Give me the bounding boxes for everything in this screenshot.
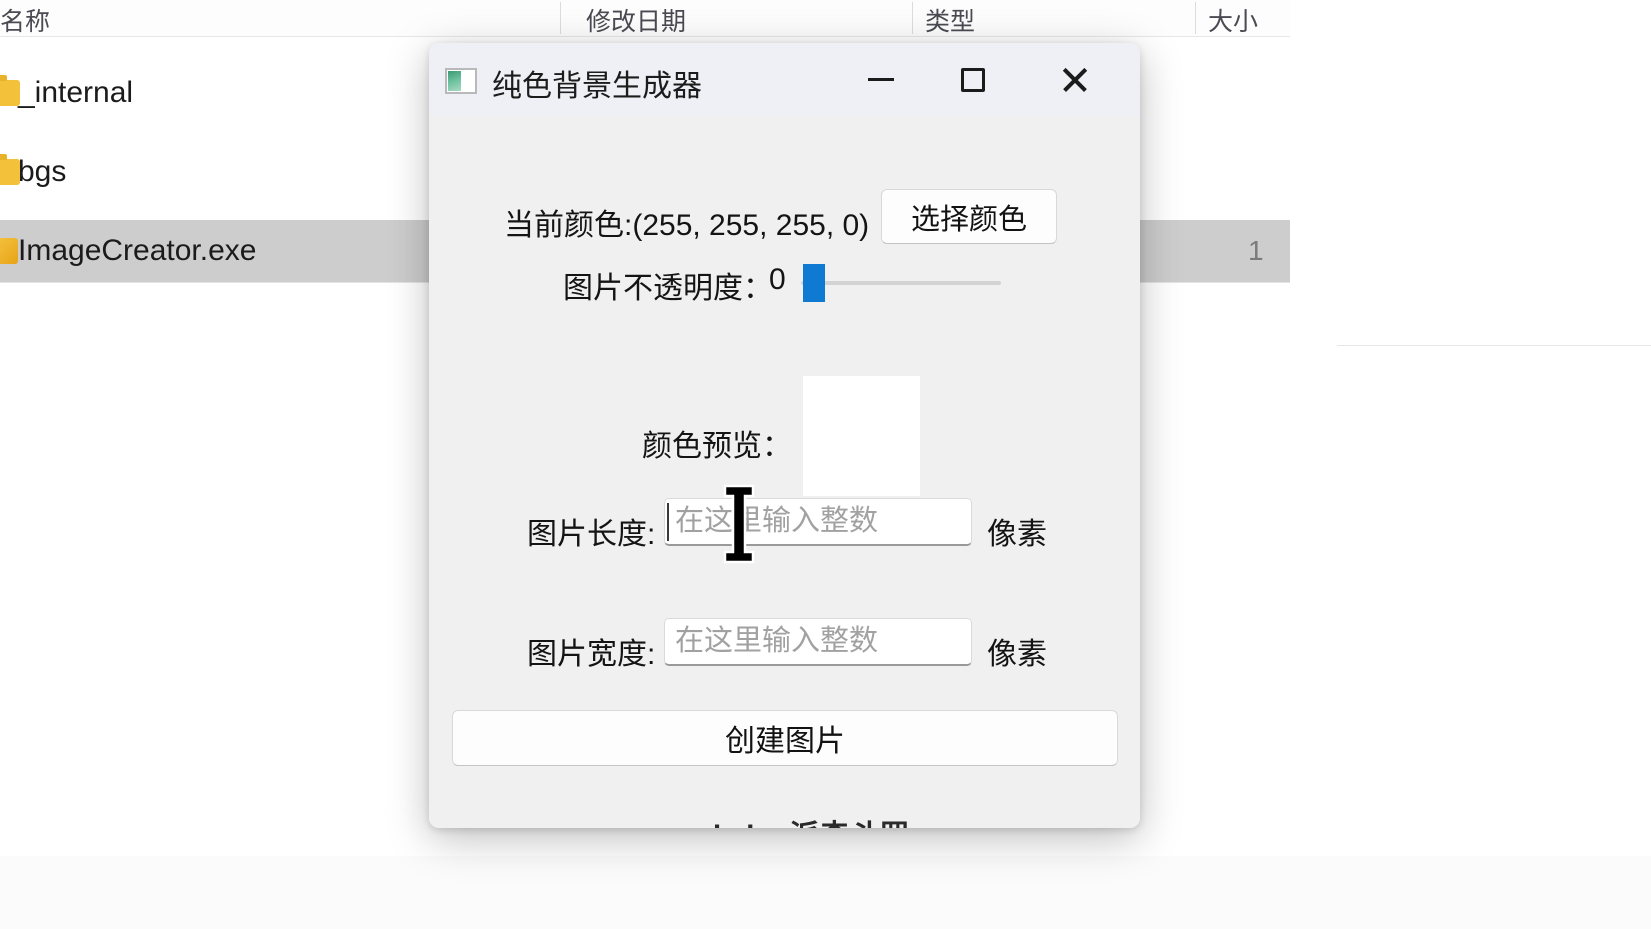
explorer-right-divider bbox=[1337, 345, 1651, 346]
credit-text: made by 派森斗罗 bbox=[429, 811, 1140, 828]
column-header-name[interactable]: 名称 bbox=[0, 2, 50, 38]
opacity-row: 图片不透明度： 0 bbox=[429, 261, 1140, 309]
minimize-button[interactable] bbox=[844, 43, 918, 116]
minimize-icon bbox=[868, 78, 894, 81]
create-image-button[interactable]: 创建图片 bbox=[452, 710, 1118, 766]
maximize-icon bbox=[961, 67, 985, 92]
explorer-status-bar bbox=[0, 856, 1651, 929]
image-length-unit: 像素 bbox=[987, 518, 1047, 551]
opacity-slider[interactable] bbox=[801, 261, 1001, 305]
file-name: ImageCreator.exe bbox=[18, 234, 257, 267]
column-separator bbox=[1195, 2, 1196, 34]
folder-icon bbox=[0, 75, 20, 106]
close-button[interactable] bbox=[1038, 43, 1112, 116]
explorer-column-header-row: 名称 修改日期 类型 大小 bbox=[0, 0, 1290, 37]
file-name: bgs bbox=[18, 155, 67, 188]
folder-icon bbox=[0, 154, 20, 185]
explorer-right-pane bbox=[1290, 0, 1651, 929]
image-width-unit: 像素 bbox=[987, 638, 1047, 671]
slider-track bbox=[801, 281, 1001, 285]
file-name: _internal bbox=[18, 76, 134, 109]
image-width-row: 图片宽度: 在这里输入整数 像素 bbox=[429, 618, 1140, 678]
text-caret bbox=[667, 503, 669, 541]
choose-color-button[interactable]: 选择颜色 bbox=[881, 189, 1057, 244]
executable-icon bbox=[0, 238, 18, 264]
solid-color-generator-window: 纯色背景生成器 当前颜色:(255, 255, 255, 0) 选择颜色 图片不… bbox=[429, 43, 1140, 828]
column-separator bbox=[912, 2, 913, 34]
image-length-input[interactable]: 在这里输入整数 bbox=[664, 498, 972, 546]
image-width-input[interactable]: 在这里输入整数 bbox=[664, 618, 972, 666]
image-length-row: 图片长度: 在这里输入整数 像素 bbox=[429, 484, 1140, 564]
current-color-label: 当前颜色:(255, 255, 255, 0) bbox=[504, 209, 870, 242]
app-window-icon bbox=[445, 68, 477, 94]
column-header-date[interactable]: 修改日期 bbox=[586, 2, 686, 38]
color-preview-row: 颜色预览： bbox=[429, 321, 1140, 496]
window-titlebar[interactable]: 纯色背景生成器 bbox=[429, 43, 1140, 116]
dialog-content: 当前颜色:(255, 255, 255, 0) 选择颜色 图片不透明度： 0 颜… bbox=[429, 116, 1140, 828]
column-header-size[interactable]: 大小 bbox=[1208, 2, 1258, 38]
window-title: 纯色背景生成器 bbox=[492, 70, 702, 103]
color-preview-swatch bbox=[803, 376, 920, 496]
opacity-label: 图片不透明度： bbox=[563, 272, 773, 305]
current-color-row: 当前颜色:(255, 255, 255, 0) 选择颜色 bbox=[429, 189, 1140, 248]
opacity-value: 0 bbox=[769, 263, 786, 296]
image-width-label: 图片宽度: bbox=[527, 638, 656, 671]
column-header-type[interactable]: 类型 bbox=[925, 2, 975, 38]
slider-thumb[interactable] bbox=[803, 264, 825, 302]
maximize-button[interactable] bbox=[936, 43, 1010, 116]
image-length-label: 图片长度: bbox=[527, 518, 656, 551]
color-preview-label: 颜色预览： bbox=[642, 430, 792, 463]
column-separator bbox=[560, 2, 561, 34]
close-icon bbox=[1060, 65, 1090, 95]
file-size: 1 bbox=[1248, 235, 1264, 266]
